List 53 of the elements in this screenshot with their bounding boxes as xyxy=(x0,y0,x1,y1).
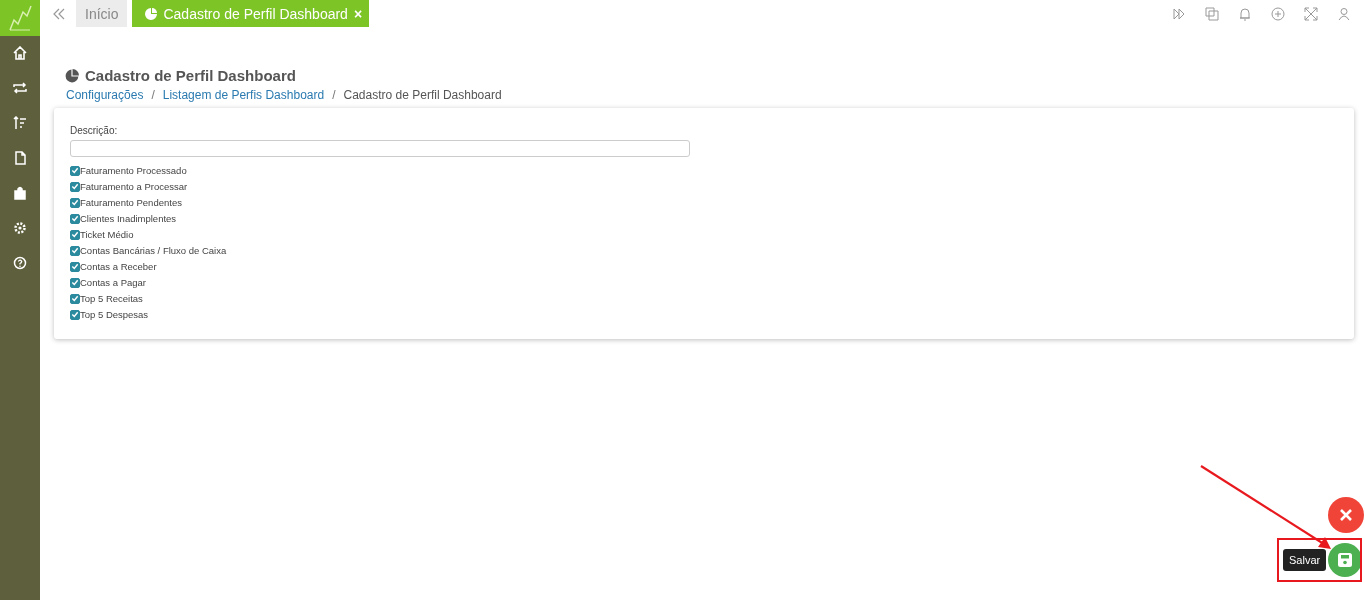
save-button[interactable] xyxy=(1328,543,1362,577)
cancel-button[interactable] xyxy=(1328,497,1364,533)
checkbox-label: Ticket Médio xyxy=(80,229,134,240)
checkbox-label: Contas a Pagar xyxy=(80,277,146,288)
save-icon xyxy=(1337,552,1353,568)
checkbox-label: Top 5 Despesas xyxy=(80,309,149,320)
checkbox[interactable] xyxy=(70,277,80,288)
close-icon xyxy=(1339,508,1353,522)
checkbox-label: Top 5 Receitas xyxy=(80,293,143,304)
home-icon[interactable] xyxy=(13,46,27,60)
user-icon[interactable] xyxy=(1337,6,1351,21)
tab-close-button[interactable]: × xyxy=(353,5,363,22)
description-label: Descrição: xyxy=(70,125,118,136)
fullscreen-icon[interactable] xyxy=(1304,6,1318,21)
checkbox[interactable] xyxy=(70,309,80,320)
description-field[interactable] xyxy=(70,140,690,157)
settings-icon[interactable] xyxy=(13,221,27,235)
breadcrumb-link[interactable]: Listagem de Perfis Dashboard xyxy=(162,88,325,102)
breadcrumb-separator: / xyxy=(332,88,336,102)
checkbox[interactable] xyxy=(70,229,80,240)
checkbox[interactable] xyxy=(70,165,80,176)
checkbox-label: Faturamento Processado xyxy=(80,165,187,176)
checkbox-label: Contas a Receber xyxy=(80,261,157,272)
pie-chart-icon xyxy=(65,68,79,83)
forward-icon[interactable] xyxy=(1172,6,1186,21)
swap-icon[interactable] xyxy=(13,81,27,95)
checkbox[interactable] xyxy=(70,261,80,272)
checkbox[interactable] xyxy=(70,181,80,192)
bag-icon[interactable] xyxy=(13,186,27,200)
tooltip: Salvar xyxy=(1283,549,1327,571)
checkbox[interactable] xyxy=(70,213,80,224)
sort-icon[interactable] xyxy=(13,116,27,130)
help-icon[interactable] xyxy=(13,256,27,270)
breadcrumb-link[interactable]: Configurações xyxy=(66,88,144,102)
checkbox-label: Clientes Inadimplentes xyxy=(80,213,177,224)
logo-icon xyxy=(0,0,40,36)
checkbox[interactable] xyxy=(70,293,80,304)
document-icon[interactable] xyxy=(13,151,27,165)
checkbox-label: Contas Bancárias / Fluxo de Caixa xyxy=(80,245,227,256)
pie-chart-icon xyxy=(145,7,158,20)
checkbox-label: Faturamento Pendentes xyxy=(80,197,182,208)
checkbox-label: Faturamento a Processar xyxy=(80,181,188,192)
bell-icon[interactable] xyxy=(1238,6,1252,21)
page-title: Cadastro de Perfil Dashboard xyxy=(85,67,296,84)
checkbox[interactable] xyxy=(70,245,80,256)
add-icon[interactable] xyxy=(1271,6,1285,21)
windows-icon[interactable] xyxy=(1205,6,1219,21)
collapse-icon[interactable] xyxy=(52,7,66,20)
breadcrumb-current: Cadastro de Perfil Dashboard xyxy=(343,88,502,102)
tab[interactable]: Início xyxy=(76,0,128,27)
tab[interactable]: Cadastro de Perfil Dashboard × xyxy=(132,0,370,27)
breadcrumb-separator: / xyxy=(151,88,155,102)
checkbox[interactable] xyxy=(70,197,80,208)
